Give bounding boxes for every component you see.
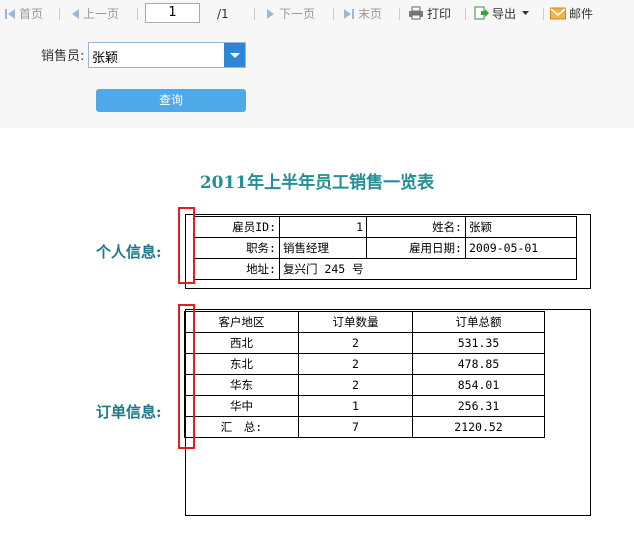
order-table: 客户地区 订单数量 订单总额 西北 2 531.35 东北 2 478.85 华… — [184, 311, 545, 438]
export-icon — [474, 6, 489, 20]
order-info-label: 订单信息: — [96, 403, 162, 421]
print-label: 打印 — [427, 7, 452, 21]
table-row: 西北 2 531.35 — [184, 332, 545, 354]
last-page-label: 末页 — [358, 7, 383, 21]
total-amount-cell: 2120.52 — [412, 416, 545, 438]
next-page-button[interactable]: 下一页 — [266, 6, 315, 22]
hire-date-value: 2009-05-01 — [465, 237, 577, 259]
region-cell: 华中 — [184, 395, 299, 417]
job-title-label: 职务: — [194, 237, 280, 259]
prev-page-icon — [72, 9, 79, 19]
export-dropdown-button[interactable]: 导出 — [474, 6, 530, 22]
last-page-icon — [344, 9, 354, 19]
prev-page-label: 上一页 — [83, 7, 120, 21]
report-toolbar: 首页 上一页 1 /1 下一页 末页 打印 导出 邮件 — [0, 0, 634, 28]
first-page-button[interactable]: 首页 — [4, 6, 43, 22]
next-page-label: 下一页 — [279, 7, 316, 21]
order-total-cell: 256.31 — [412, 395, 545, 417]
total-count-cell: 7 — [298, 416, 413, 438]
toolbar-divider — [333, 8, 334, 20]
personal-info-label: 个人信息: — [96, 243, 162, 261]
report-title: 2011年上半年员工销售一览表 — [199, 173, 435, 193]
email-label: 邮件 — [569, 7, 594, 21]
hire-date-label: 雇用日期: — [366, 237, 466, 259]
first-page-label: 首页 — [19, 7, 44, 21]
column-header: 订单总额 — [412, 311, 545, 333]
order-count-cell: 2 — [298, 332, 413, 354]
order-table-header: 客户地区 订单数量 订单总额 — [184, 311, 545, 333]
toolbar-divider — [137, 8, 138, 20]
toolbar-divider — [543, 8, 544, 20]
last-page-button[interactable]: 末页 — [343, 6, 382, 22]
employee-name-label: 姓名: — [366, 216, 466, 238]
chevron-down-icon — [521, 11, 529, 15]
address-value: 复兴门 245 号 — [279, 258, 577, 280]
region-cell: 华东 — [184, 374, 299, 396]
next-page-icon — [267, 9, 274, 19]
table-row: 华东 2 854.01 — [184, 374, 545, 396]
export-label: 导出 — [492, 7, 517, 21]
query-button[interactable]: 查询 — [96, 89, 246, 112]
employee-id-value: 1 — [279, 216, 367, 238]
toolbar-divider — [254, 8, 255, 20]
toolbar-divider — [465, 8, 466, 20]
salesperson-select[interactable]: 张颖 — [88, 42, 246, 68]
first-page-icon — [5, 9, 15, 19]
address-label: 地址: — [194, 258, 280, 280]
email-button[interactable]: 邮件 — [550, 6, 593, 22]
table-row: 东北 2 478.85 — [184, 353, 545, 375]
page-total: /1 — [217, 7, 229, 21]
column-header: 客户地区 — [184, 311, 299, 333]
table-row: 华中 1 256.31 — [184, 395, 545, 417]
order-count-cell: 2 — [298, 353, 413, 375]
page-number-input[interactable]: 1 — [145, 3, 200, 23]
personal-info-table: 雇员ID: 1 姓名: 张颖 职务: 销售经理 雇用日期: 2009-05-01… — [194, 216, 577, 280]
order-total-cell: 478.85 — [412, 353, 545, 375]
region-cell: 东北 — [184, 353, 299, 375]
toolbar-divider — [59, 8, 60, 20]
total-label-cell: 汇 总: — [184, 416, 299, 438]
salesperson-label: 销售员: — [41, 49, 85, 64]
employee-id-label: 雇员ID: — [194, 216, 280, 238]
dropdown-arrow-icon[interactable] — [224, 43, 245, 67]
mail-icon — [550, 7, 566, 20]
order-total-cell: 531.35 — [412, 332, 545, 354]
highlight-marker — [178, 304, 195, 449]
prev-page-button[interactable]: 上一页 — [70, 6, 119, 22]
toolbar-divider — [399, 8, 400, 20]
total-row: 汇 总: 7 2120.52 — [184, 416, 545, 438]
printer-icon — [409, 6, 423, 20]
order-total-cell: 854.01 — [412, 374, 545, 396]
region-cell: 西北 — [184, 332, 299, 354]
order-count-cell: 2 — [298, 374, 413, 396]
order-count-cell: 1 — [298, 395, 413, 417]
employee-name-value: 张颖 — [465, 216, 577, 238]
print-button[interactable]: 打印 — [408, 6, 451, 22]
highlight-marker — [178, 207, 195, 284]
job-title-value: 销售经理 — [279, 237, 367, 259]
column-header: 订单数量 — [298, 311, 413, 333]
salesperson-select-value: 张颖 — [92, 51, 119, 66]
